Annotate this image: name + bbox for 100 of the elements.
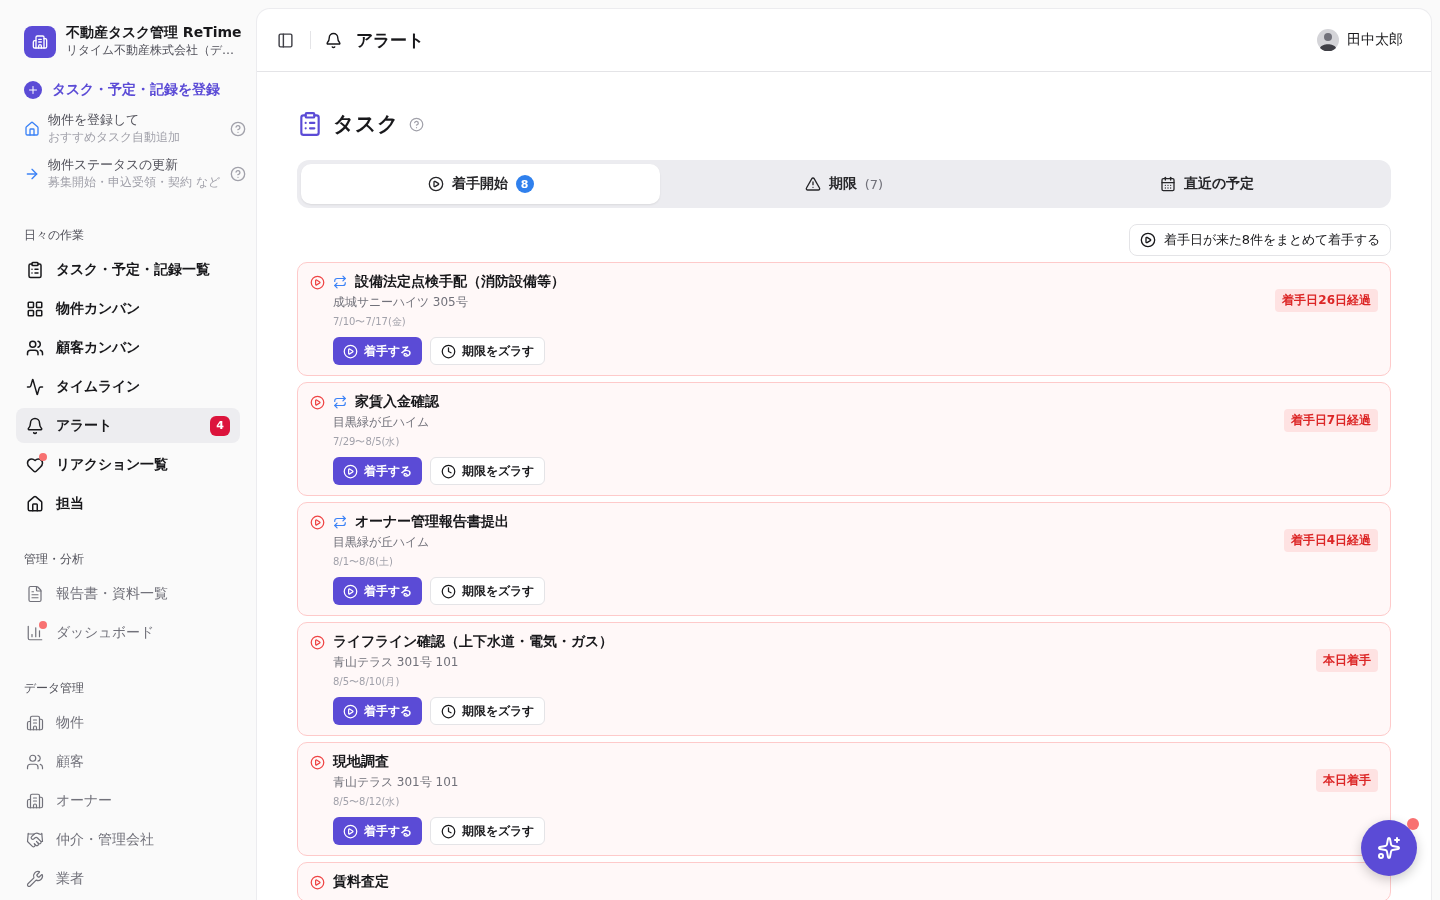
play-icon (310, 395, 325, 410)
section-heading: 日々の作業 (24, 227, 85, 244)
sparkles-icon (1377, 836, 1401, 860)
helper-title[interactable]: 物件ステータスの更新 (48, 156, 222, 174)
register-link[interactable]: タスク・予定・記録を登録 (24, 81, 220, 99)
postpone-button[interactable]: 期限をズラす (430, 817, 545, 845)
task-title[interactable]: 家賃入金確認 (355, 393, 439, 411)
bulk-start-button[interactable]: 着手日が来た8件をまとめて着手する (1128, 224, 1391, 256)
tab-icon (1160, 176, 1177, 192)
date-range: 7/29〜8/5(水) (333, 435, 401, 449)
nav-icon (26, 752, 44, 771)
start-button[interactable]: 着手する (333, 817, 422, 845)
sidebar-item[interactable]: タスク・予定・記録一覧 (16, 252, 240, 287)
play-icon (343, 343, 358, 359)
nav-icon (26, 455, 44, 474)
play-icon (343, 583, 358, 599)
status-badge: 着手日7日経過 (1283, 409, 1378, 432)
assistant-button[interactable] (1361, 820, 1417, 876)
date-range: 8/5〜8/10(月) (333, 675, 401, 689)
nav-icon (26, 494, 44, 513)
sidebar-item[interactable]: リアクション一覧 (16, 447, 240, 482)
sidebar-item[interactable]: 担当 (16, 486, 240, 521)
task-title[interactable]: オーナー管理報告書提出 (355, 513, 509, 531)
plus-icon (24, 81, 42, 99)
nav-icon (26, 299, 44, 318)
task-title[interactable]: 現地調査 (333, 753, 389, 771)
postpone-button[interactable]: 期限をズラす (430, 457, 545, 485)
postpone-button[interactable]: 期限をズラす (430, 697, 545, 725)
status-badge: 着手日4日経過 (1283, 529, 1378, 552)
sidebar-item[interactable]: 業者 (16, 861, 240, 896)
sidebar-item[interactable]: アラート 4 (16, 408, 240, 443)
tab[interactable]: 直近の予定 (1027, 164, 1387, 204)
tab-icon (804, 176, 821, 192)
clock-icon (441, 823, 456, 839)
house-icon (24, 120, 40, 137)
avatar-icon[interactable] (1317, 29, 1339, 51)
start-button[interactable]: 着手する (333, 457, 422, 485)
sidebar-item[interactable]: 顧客 (16, 744, 240, 779)
property-name: 成城サニーハイツ 305号 (333, 294, 469, 311)
date-range: 8/5〜8/12(水) (333, 795, 401, 809)
tab[interactable]: 期限 (7) (664, 164, 1024, 204)
postpone-button[interactable]: 期限をズラす (430, 337, 545, 365)
user-name[interactable]: 田中太郎 (1347, 31, 1403, 49)
sidebar-item[interactable]: タイムライン (16, 369, 240, 404)
nav-icon (26, 377, 44, 396)
company-name: リタイム不動産株式会社（デ… (66, 42, 235, 59)
app-title: 不動産タスク管理 ReTime (66, 24, 240, 42)
start-button[interactable]: 着手する (333, 337, 422, 365)
task-title[interactable]: ライフライン確認（上下水道・電気・ガス） (333, 633, 613, 651)
status-badge: 本日着手 (1316, 649, 1378, 672)
clock-icon (441, 343, 456, 359)
nav-icon (26, 260, 44, 279)
help-icon[interactable] (409, 116, 424, 132)
property-name: 目黒緑が丘ハイム (333, 414, 430, 431)
count-badge: 4 (210, 415, 230, 436)
section-heading: データ管理 (24, 680, 85, 697)
clock-icon (441, 463, 456, 479)
property-name: 青山テラス 301号 101 (333, 774, 460, 791)
section-heading: 管理・分析 (24, 551, 85, 568)
play-icon (310, 635, 325, 650)
date-range: 7/10〜7/17(金) (333, 315, 407, 329)
sidebar-item[interactable]: ダッシュボード (16, 615, 240, 650)
sidebar-item[interactable]: 仲介・管理会社 (16, 822, 240, 857)
sidebar-item[interactable]: オーナー (16, 783, 240, 818)
count-text: (7) (864, 176, 884, 192)
building-icon (32, 33, 48, 50)
task-title[interactable]: 賃料査定 (333, 873, 389, 891)
play-icon (1139, 232, 1156, 248)
nav-icon (26, 623, 44, 642)
property-name: 目黒緑が丘ハイム (333, 534, 430, 551)
nav-icon (26, 416, 44, 435)
postpone-button[interactable]: 期限をズラす (430, 577, 545, 605)
date-range: 8/1〜8/8(土) (333, 555, 394, 569)
play-icon (310, 275, 325, 290)
property-name: 青山テラス 301号 101 (333, 654, 460, 671)
tab[interactable]: 着手開始 8 (301, 164, 661, 204)
nav-icon (26, 830, 44, 849)
nav-icon (26, 338, 44, 357)
sidebar-item[interactable]: 物件カンバン (16, 291, 240, 326)
nav-icon (26, 713, 44, 732)
sidebar-item[interactable]: 報告書・資料一覧 (16, 576, 240, 611)
status-badge: 本日着手 (1316, 769, 1378, 792)
play-icon (343, 703, 358, 719)
nav-icon (26, 869, 44, 888)
start-button[interactable]: 着手する (333, 697, 422, 725)
sidebar-item[interactable]: 顧客カンバン (16, 330, 240, 365)
helper-title[interactable]: 物件を登録して (48, 111, 222, 129)
helper-subtitle: 募集開始・申込受領・契約 など (48, 174, 221, 191)
sidebar-item[interactable]: 物件 (16, 705, 240, 740)
page-header-title: アラート (356, 28, 425, 52)
play-icon (343, 463, 358, 479)
clipboard-icon (297, 111, 323, 137)
play-icon (310, 875, 325, 890)
notification-dot (1407, 818, 1419, 830)
start-button[interactable]: 着手する (333, 577, 422, 605)
task-title[interactable]: 設備法定点検手配（消防設備等） (355, 273, 565, 291)
clock-icon (441, 583, 456, 599)
nav-icon (26, 584, 44, 603)
status-badge: 着手日26日経過 (1275, 289, 1378, 312)
play-icon (310, 755, 325, 770)
